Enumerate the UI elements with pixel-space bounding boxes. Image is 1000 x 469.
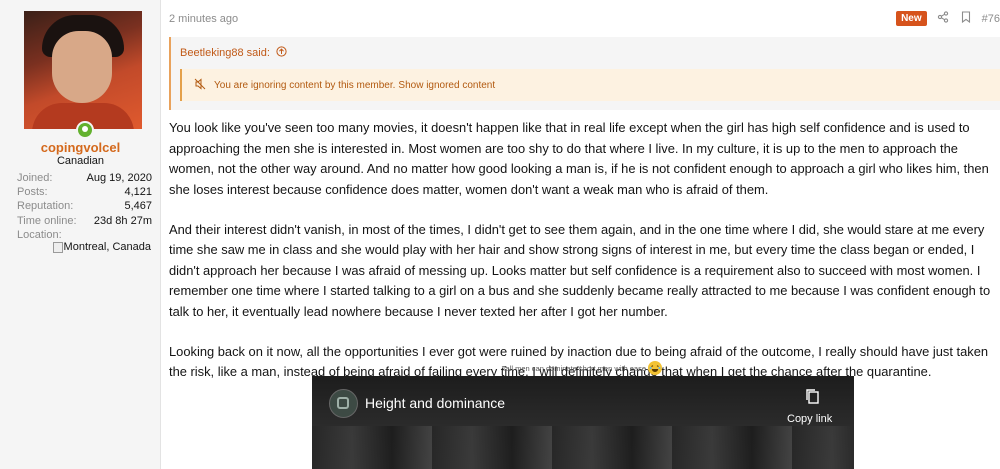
avatar-face (52, 31, 112, 103)
video-thumbnail (312, 426, 854, 469)
stat-label: Reputation: (17, 200, 74, 213)
video-title[interactable]: Height and dominance (365, 395, 505, 411)
ignored-content-notice: You are ignoring content by this member.… (180, 69, 1000, 101)
laughing-emoji-icon (648, 361, 663, 375)
user-stats: Joined: Aug 19, 2020 Posts: 4,121 Reputati… (17, 171, 152, 242)
ignored-text: You are ignoring content by this member. (214, 79, 396, 91)
stat-location: Location: (17, 228, 152, 242)
quote-block: Beetleking88 said: You are ignoring cont… (169, 37, 1000, 110)
quote-author[interactable]: Beetleking88 said: (180, 47, 270, 59)
location-value: Montreal, Canada (52, 241, 151, 253)
channel-avatar-icon[interactable] (329, 389, 358, 418)
bookmark-icon[interactable] (959, 11, 973, 26)
flag-image-icon (52, 241, 63, 253)
caption-text: Tall men can dominate short men with eas… (501, 364, 647, 373)
stat-value: 4,121 (124, 186, 152, 199)
post-body: You look like you've seen too many movie… (169, 118, 997, 402)
stat-reputation: Reputation: 5,467 (17, 199, 152, 213)
post-timestamp[interactable]: 2 minutes ago (169, 13, 238, 25)
caption-suffix: : (662, 364, 665, 373)
stat-label: Time online: (17, 214, 77, 227)
stat-value: 23d 8h 27m (93, 214, 152, 227)
stat-label: Location: (17, 228, 62, 241)
stat-joined: Joined: Aug 19, 2020 (17, 171, 152, 185)
video-caption: Tall men can dominate short men with eas… (312, 361, 854, 375)
quote-author-link[interactable]: Beetleking88 said: (180, 46, 287, 59)
stat-value: Aug 19, 2020 (86, 172, 152, 184)
location-text: Montreal, Canada (63, 241, 151, 253)
post-paragraph: You look like you've seen too many movie… (169, 120, 989, 197)
video-embed[interactable]: Height and dominance Copy link (312, 376, 854, 469)
stat-time-online: Time online: 23d 8h 27m (17, 214, 152, 228)
user-title: Canadian (56, 155, 105, 167)
share-icon[interactable] (936, 11, 950, 26)
mute-icon (194, 77, 206, 93)
post-paragraph: And their interest didn't vanish, in mos… (169, 221, 991, 319)
online-status-icon (76, 121, 94, 139)
user-sidebar: copingvolcel Canadian Joined: Aug 19, 202… (0, 0, 161, 469)
copy-icon[interactable] (805, 388, 820, 409)
new-badge: New (896, 11, 927, 26)
post-number[interactable]: #76 (982, 13, 1000, 25)
arrow-up-circle-icon[interactable] (276, 46, 287, 57)
post-actions: New #76 (896, 11, 1000, 26)
show-ignored-link[interactable]: Show ignored content (398, 80, 495, 91)
copy-link-button[interactable]: Copy link (787, 413, 832, 425)
stat-label: Posts: (17, 186, 48, 199)
stat-label: Joined: (17, 172, 53, 184)
stat-posts: Posts: 4,121 (17, 185, 152, 199)
stat-value: 5,467 (124, 200, 152, 213)
username[interactable]: copingvolcel (0, 140, 161, 155)
user-avatar[interactable] (24, 11, 142, 129)
